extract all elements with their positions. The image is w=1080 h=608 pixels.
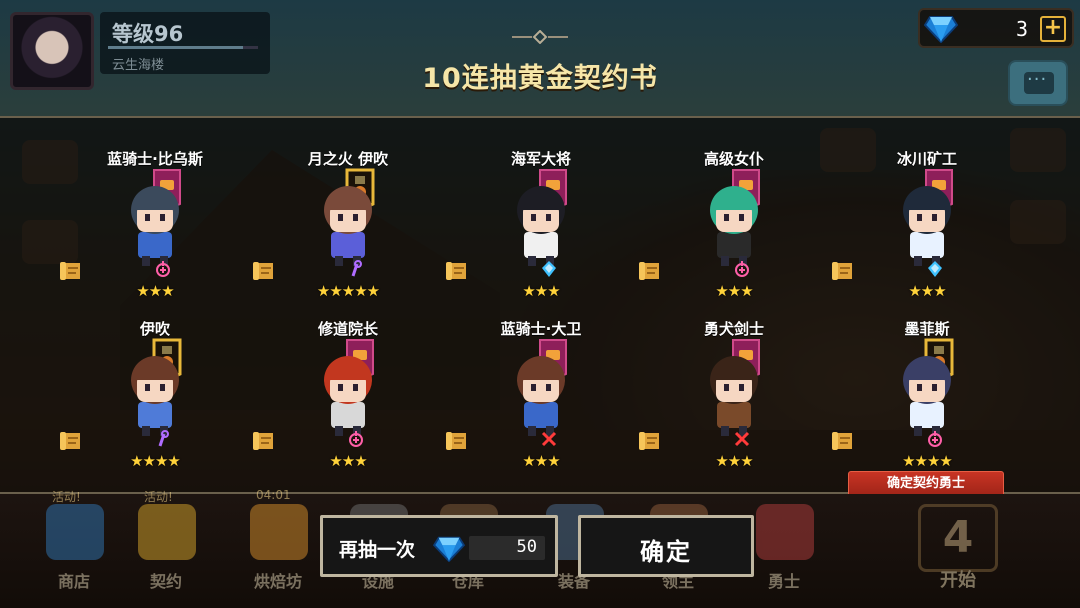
- hero-sprite-icon: [131, 186, 179, 266]
- contract-scroll-icon: [639, 432, 659, 450]
- hero-sprite-icon: [903, 186, 951, 266]
- hero-card[interactable]: 勇犬剑士 ★★★: [639, 288, 829, 470]
- hero-name: 冰川矿工: [896, 150, 957, 168]
- hero-sprite-icon: [324, 186, 372, 266]
- level-progress-fill: [108, 46, 243, 49]
- draw-again-button[interactable]: 再抽一次 50: [320, 515, 558, 577]
- contract-scroll-icon: [60, 262, 80, 280]
- confirm-label: 确定: [640, 538, 692, 566]
- start-badge-icon: 4: [918, 504, 998, 572]
- nav-item[interactable]: 活动! 契约: [118, 490, 214, 604]
- contract-scroll-icon: [832, 432, 852, 450]
- hero-stars: ★★★: [522, 452, 560, 470]
- sword-icon: [734, 431, 750, 447]
- avatar[interactable]: [10, 12, 94, 90]
- add-gem-button[interactable]: +: [1040, 16, 1066, 42]
- contract-icon: [138, 504, 196, 560]
- hero-sprite-icon: [903, 356, 951, 436]
- magic-icon: [351, 260, 362, 277]
- hero-card[interactable]: 伊吹 ★★★★: [60, 288, 250, 470]
- hero-card[interactable]: 蓝骑士·比乌斯 ★★★: [60, 118, 250, 300]
- bakery-icon: [250, 504, 308, 560]
- nav-item[interactable]: 活动! 商店: [26, 490, 122, 604]
- hero-card[interactable]: 高级女仆 ★★★: [639, 118, 829, 300]
- level-progress-bar: [108, 46, 258, 49]
- hero-card[interactable]: 冰川矿工 ★★★: [832, 118, 1022, 300]
- hero-stars: ★★★: [715, 452, 753, 470]
- hero-name: 勇犬剑士: [703, 320, 764, 338]
- page-title: 10连抽黄金契约书: [422, 63, 658, 94]
- contract-scroll-icon: [446, 432, 466, 450]
- chat-button[interactable]: [1008, 60, 1068, 106]
- nav-item-tag: 活动!: [144, 490, 173, 504]
- contract-scroll-icon: [446, 262, 466, 280]
- nav-item-tag: 活动!: [52, 490, 81, 504]
- hero-name: 月之火 伊吹: [307, 150, 389, 168]
- nav-item[interactable]: 04:01 烘焙坊: [230, 488, 326, 604]
- hero-icon: [756, 504, 814, 560]
- hero-card[interactable]: 蓝骑士·大卫 ★★★: [446, 288, 636, 470]
- hero-name: 高级女仆: [703, 150, 764, 168]
- nav-item-label: 烘焙坊: [253, 572, 302, 591]
- contract-scroll-icon: [832, 262, 852, 280]
- nav-item-label: 契约: [149, 572, 182, 591]
- heal-icon: [156, 261, 170, 277]
- nav-item-tag: 04:01: [256, 488, 291, 502]
- hero-sprite-icon: [324, 356, 372, 436]
- hero-name: 伊吹: [139, 320, 170, 338]
- chat-icon: [1024, 69, 1054, 94]
- sword-icon: [541, 431, 557, 447]
- level-box: 等级96 云生海楼: [100, 12, 270, 74]
- gem-icon: [924, 16, 958, 43]
- hero-sprite-icon: [517, 186, 565, 266]
- hero-sprite-icon: [517, 356, 565, 436]
- draw-again-cost: 50: [516, 537, 537, 557]
- hero-sprite-icon: [710, 186, 758, 266]
- nav-item-label: 商店: [57, 572, 90, 591]
- start-button[interactable]: 4 开始: [888, 494, 1028, 604]
- gem-icon: [433, 536, 465, 562]
- contract-scroll-icon: [60, 432, 80, 450]
- magic-icon: [158, 430, 169, 447]
- gem-counter: 3 +: [918, 8, 1074, 48]
- draw-again-cost-box: 50: [469, 536, 545, 560]
- hero-sprite-icon: [131, 356, 179, 436]
- confirm-button[interactable]: 确定: [578, 515, 754, 577]
- hero-name: 蓝骑士·大卫: [500, 320, 582, 338]
- hero-stars: ★★★★: [902, 452, 953, 470]
- heal-icon: [735, 261, 749, 277]
- shop-icon: [46, 504, 104, 560]
- hero-name: 修道院长: [317, 320, 378, 338]
- start-label: 开始: [940, 570, 976, 591]
- hero-name: 墨菲斯: [904, 320, 950, 338]
- hero-sprite-icon: [710, 356, 758, 436]
- player-level: 等级96: [112, 22, 184, 46]
- contract-scroll-icon: [253, 262, 273, 280]
- heal-icon: [349, 431, 363, 447]
- hero-stars: ★★★★: [130, 452, 181, 470]
- contract-scroll-icon: [639, 262, 659, 280]
- hero-card[interactable]: 墨菲斯 ★★★★: [832, 288, 1022, 470]
- hero-card[interactable]: 月之火 伊吹 ★★★★★: [253, 118, 443, 300]
- gem-count: 3: [1015, 17, 1028, 41]
- title-ornament-icon: [512, 30, 568, 44]
- contract-scroll-icon: [253, 432, 273, 450]
- ice-icon: [542, 261, 556, 277]
- player-card[interactable]: 等级96 云生海楼: [8, 10, 270, 90]
- ice-icon: [928, 261, 942, 277]
- heal-icon: [928, 431, 942, 447]
- player-name: 云生海楼: [112, 58, 165, 73]
- hero-card[interactable]: 海军大将 ★★★: [446, 118, 636, 300]
- hero-name: 海军大将: [510, 150, 571, 168]
- draw-again-label: 再抽一次: [339, 539, 416, 561]
- hero-name: 蓝骑士·比乌斯: [107, 150, 203, 168]
- hero-stars: ★★★: [329, 452, 367, 470]
- hero-card[interactable]: 修道院长 ★★★: [253, 288, 443, 470]
